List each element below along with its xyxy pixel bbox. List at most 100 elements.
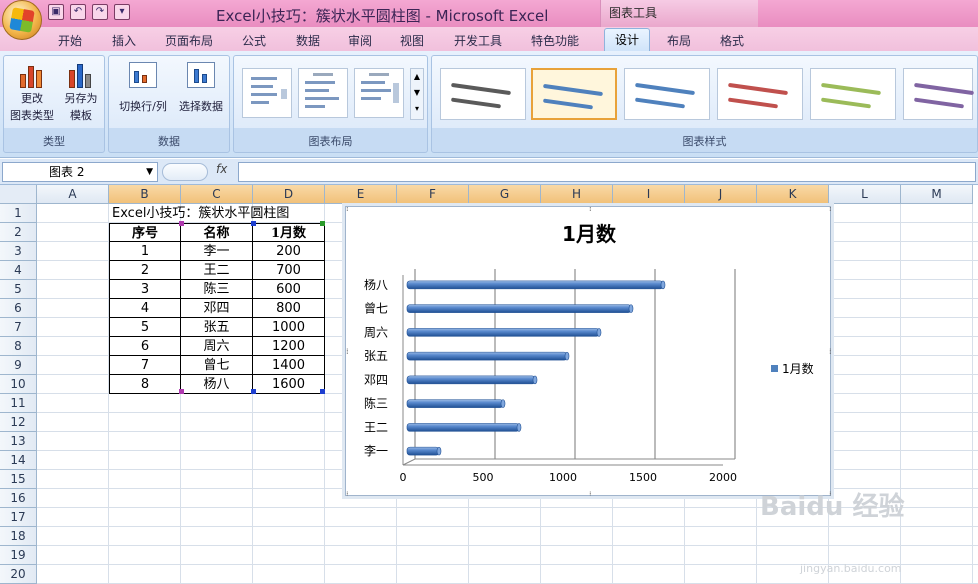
- column-header-G[interactable]: G: [469, 185, 541, 204]
- tab-developer[interactable]: 开发工具: [454, 32, 502, 49]
- row-header-16[interactable]: 16: [0, 489, 37, 508]
- tab-formulas[interactable]: 公式: [242, 32, 266, 49]
- layout-gallery-scroll[interactable]: ▲ ▼ ▾: [410, 68, 424, 120]
- undo-icon[interactable]: ↶: [70, 4, 86, 20]
- table-cell[interactable]: 李一: [181, 242, 253, 261]
- row-header-19[interactable]: 19: [0, 546, 37, 565]
- style-option-2[interactable]: [531, 68, 617, 120]
- column-header-H[interactable]: H: [541, 185, 613, 204]
- tab-data[interactable]: 数据: [296, 32, 320, 49]
- table-cell[interactable]: 1: [109, 242, 181, 261]
- row-header-7[interactable]: 7: [0, 318, 37, 337]
- table-cell[interactable]: 邓四: [181, 299, 253, 318]
- column-header-J[interactable]: J: [685, 185, 757, 204]
- range-handle[interactable]: [320, 389, 325, 394]
- row-header-4[interactable]: 4: [0, 261, 37, 280]
- table-cell[interactable]: 杨八: [181, 375, 253, 394]
- row-header-1[interactable]: 1: [0, 204, 37, 223]
- tab-insert[interactable]: 插入: [112, 32, 136, 49]
- table-cell[interactable]: 8: [109, 375, 181, 394]
- table-cell[interactable]: 1000: [253, 318, 325, 337]
- column-header-C[interactable]: C: [181, 185, 253, 204]
- column-header-I[interactable]: I: [613, 185, 685, 204]
- table-cell[interactable]: 陈三: [181, 280, 253, 299]
- table-cell[interactable]: 3: [109, 280, 181, 299]
- row-header-11[interactable]: 11: [0, 394, 37, 413]
- layout-option-2[interactable]: [298, 68, 348, 118]
- range-handle[interactable]: [251, 389, 256, 394]
- table-header-cell[interactable]: 序号: [109, 223, 181, 242]
- table-cell[interactable]: 7: [109, 356, 181, 375]
- style-option-4[interactable]: [717, 68, 803, 120]
- tab-page-layout[interactable]: 页面布局: [165, 32, 213, 49]
- row-header-14[interactable]: 14: [0, 451, 37, 470]
- row-header-18[interactable]: 18: [0, 527, 37, 546]
- style-option-3[interactable]: [624, 68, 710, 120]
- tab-view[interactable]: 视图: [400, 32, 424, 49]
- table-cell[interactable]: 700: [253, 261, 325, 280]
- row-header-15[interactable]: 15: [0, 470, 37, 489]
- column-header-B[interactable]: B: [109, 185, 181, 204]
- row-header-12[interactable]: 12: [0, 413, 37, 432]
- customize-icon[interactable]: ▾: [114, 4, 130, 20]
- tab-format[interactable]: 格式: [720, 32, 744, 49]
- switch-row-column-button[interactable]: 切换行/列: [113, 60, 173, 115]
- table-header-cell[interactable]: 名称: [181, 223, 253, 242]
- formula-input[interactable]: [238, 162, 976, 182]
- table-cell[interactable]: 6: [109, 337, 181, 356]
- row-header-6[interactable]: 6: [0, 299, 37, 318]
- tab-layout[interactable]: 布局: [667, 32, 691, 49]
- sheet-title-cell[interactable]: Excel小技巧：簇状水平圆柱图: [112, 204, 289, 223]
- style-option-6[interactable]: [903, 68, 974, 120]
- layout-option-1[interactable]: [242, 68, 292, 118]
- select-data-button[interactable]: 选择数据: [173, 60, 229, 115]
- row-header-5[interactable]: 5: [0, 280, 37, 299]
- redo-icon[interactable]: ↷: [92, 4, 108, 20]
- table-cell[interactable]: 1600: [253, 375, 325, 394]
- chart-object[interactable]: 1月数 0 500 1000 1500 2000 李一 王二 陈三 邓四 张五 周六 曾七 杨八 1月数 ⁞ ⁞…: [342, 203, 834, 499]
- table-cell[interactable]: 800: [253, 299, 325, 318]
- range-handle[interactable]: [251, 221, 256, 226]
- table-cell[interactable]: 曾七: [181, 356, 253, 375]
- column-header-D[interactable]: D: [253, 185, 325, 204]
- style-option-1[interactable]: [440, 68, 526, 120]
- column-header-K[interactable]: K: [757, 185, 829, 204]
- row-header-2[interactable]: 2: [0, 223, 37, 242]
- column-header-E[interactable]: E: [325, 185, 397, 204]
- table-cell[interactable]: 600: [253, 280, 325, 299]
- insert-function-icon[interactable]: fx: [216, 162, 227, 176]
- tab-review[interactable]: 审阅: [348, 32, 372, 49]
- tab-special[interactable]: 特色功能: [531, 32, 579, 49]
- select-all-corner[interactable]: [0, 185, 37, 204]
- save-icon[interactable]: ▣: [48, 4, 64, 20]
- table-cell[interactable]: 2: [109, 261, 181, 280]
- row-header-8[interactable]: 8: [0, 337, 37, 356]
- column-header-L[interactable]: L: [829, 185, 901, 204]
- name-box-dropdown-icon[interactable]: ▼: [146, 163, 153, 181]
- range-handle[interactable]: [179, 221, 184, 226]
- row-header-3[interactable]: 3: [0, 242, 37, 261]
- table-cell[interactable]: 周六: [181, 337, 253, 356]
- table-cell[interactable]: 1200: [253, 337, 325, 356]
- table-cell[interactable]: 200: [253, 242, 325, 261]
- column-header-F[interactable]: F: [397, 185, 469, 204]
- save-as-template-button[interactable]: 另存为 模板: [58, 60, 104, 124]
- row-header-13[interactable]: 13: [0, 432, 37, 451]
- row-header-20[interactable]: 20: [0, 565, 37, 584]
- column-header-A[interactable]: A: [37, 185, 109, 204]
- row-header-10[interactable]: 10: [0, 375, 37, 394]
- table-header-cell[interactable]: 1月数: [253, 223, 325, 242]
- change-chart-type-button[interactable]: 更改 图表类型: [8, 60, 56, 124]
- row-header-17[interactable]: 17: [0, 508, 37, 527]
- table-cell[interactable]: 1400: [253, 356, 325, 375]
- row-header-9[interactable]: 9: [0, 356, 37, 375]
- table-cell[interactable]: 4: [109, 299, 181, 318]
- range-handle[interactable]: [320, 221, 325, 226]
- column-header-M[interactable]: M: [901, 185, 973, 204]
- name-box[interactable]: 图表 2 ▼: [2, 162, 158, 182]
- style-option-5[interactable]: [810, 68, 896, 120]
- range-handle[interactable]: [179, 389, 184, 394]
- tab-home[interactable]: 开始: [58, 32, 82, 49]
- table-cell[interactable]: 张五: [181, 318, 253, 337]
- layout-option-3[interactable]: [354, 68, 404, 118]
